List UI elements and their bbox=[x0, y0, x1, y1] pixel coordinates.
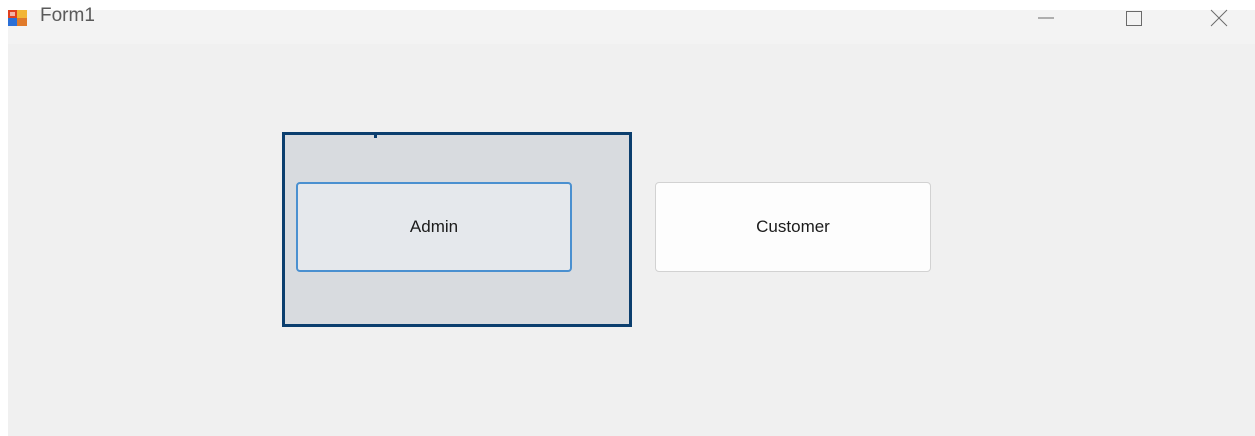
app-icon bbox=[8, 10, 30, 26]
admin-button[interactable]: Admin bbox=[296, 182, 572, 272]
title-bar[interactable]: Form1 bbox=[8, 6, 1255, 44]
close-icon bbox=[1209, 8, 1229, 33]
form-window: Form1 Admin Customer bbox=[8, 6, 1255, 436]
customer-button[interactable]: Customer bbox=[655, 182, 931, 272]
window-title: Form1 bbox=[40, 5, 95, 26]
minimize-icon bbox=[1036, 8, 1056, 33]
minimize-button[interactable] bbox=[1018, 0, 1074, 40]
maximize-icon bbox=[1124, 8, 1144, 33]
panel-resize-handle[interactable] bbox=[374, 135, 377, 138]
close-button[interactable] bbox=[1191, 0, 1247, 40]
maximize-button[interactable] bbox=[1106, 0, 1162, 40]
